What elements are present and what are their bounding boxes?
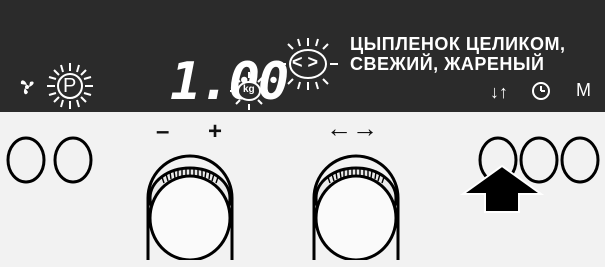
memory-label: M (576, 80, 591, 100)
display-screen: P 1.00 kg < > ЦЫПЛЕНОК ЦЕЛИКОМ, СВЕЖИЙ, … (0, 0, 605, 112)
sort-arrows-icon: ↓↑ (490, 82, 508, 102)
selection-knob[interactable] (306, 140, 406, 260)
button-left-1[interactable] (6, 136, 46, 184)
program-p-label: P (63, 75, 77, 97)
left-right-label: ←→ (326, 113, 378, 143)
control-area: – + ←→ (0, 112, 605, 267)
fan-icon (20, 80, 34, 95)
left-buttons-group (6, 136, 93, 184)
pointer-arrow-icon (459, 164, 545, 213)
program-name-line1: ЦЫПЛЕНОК ЦЕЛИКОМ, (350, 34, 566, 54)
clock-icon (532, 82, 550, 100)
nav-label: < > (292, 52, 319, 72)
button-memory[interactable] (560, 136, 600, 184)
weight-unit: kg (243, 84, 255, 95)
button-left-2[interactable] (53, 136, 93, 184)
oven-control-panel: P 1.00 kg < > ЦЫПЛЕНОК ЦЕЛИКОМ, СВЕЖИЙ, … (0, 0, 605, 267)
program-name-line2: СВЕЖИЙ, ЖАРЕНЫЙ (350, 54, 545, 74)
weight-knob[interactable] (140, 140, 240, 260)
